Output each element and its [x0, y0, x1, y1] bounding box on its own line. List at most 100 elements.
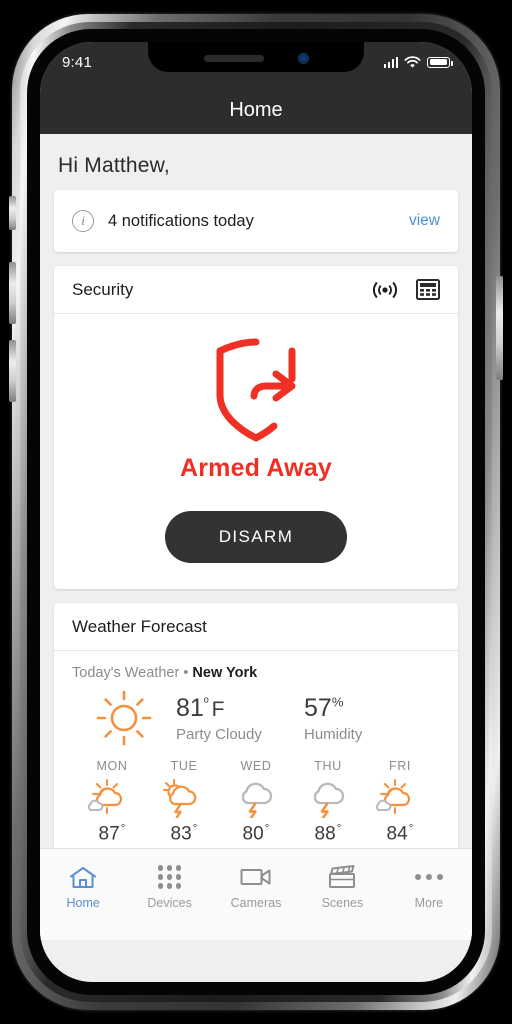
security-card-header: Security	[54, 266, 458, 314]
battery-icon	[427, 56, 453, 68]
forecast-degree: °	[192, 821, 198, 835]
tab-devices-label: Devices	[147, 896, 192, 910]
sun-cloud-icon	[375, 777, 425, 819]
weather-card-body: Today's Weather • New York 81º F Party C…	[54, 651, 458, 853]
forecast-day[interactable]: MON 87°	[76, 759, 148, 845]
forecast-day-label: FRI	[389, 759, 411, 773]
forecast-degree: °	[264, 821, 270, 835]
screenshot-stage: 9:41 Home Hi Matthew, i 4 notifications …	[0, 0, 512, 1024]
notification-view-link[interactable]: view	[409, 212, 440, 230]
page-title: Home	[229, 98, 283, 121]
humidity-label: Humidity	[304, 725, 363, 743]
percent-symbol: %	[331, 694, 344, 710]
tab-cameras[interactable]: Cameras	[213, 863, 299, 910]
keypad-panel-icon[interactable]	[416, 279, 440, 300]
forecast-degree: °	[120, 821, 126, 835]
tab-scenes-label: Scenes	[321, 896, 364, 910]
tab-home-label: Home	[66, 896, 100, 910]
security-card-title: Security	[72, 279, 134, 299]
security-header-icons	[370, 279, 440, 300]
disarm-button[interactable]: DISARM	[165, 511, 347, 563]
ellipsis-icon	[414, 863, 444, 891]
separator-dot: •	[183, 665, 189, 681]
weather-card-header: Weather Forecast	[54, 603, 458, 651]
forecast-day-label: TUE	[170, 759, 198, 773]
tab-home[interactable]: Home	[40, 863, 126, 910]
notification-banner[interactable]: i 4 notifications today view	[54, 190, 458, 252]
forecast-day[interactable]: WED 80°	[220, 759, 292, 845]
power-button[interactable]	[496, 276, 503, 380]
silent-switch-button[interactable]	[9, 196, 16, 230]
forecast-temp-value: 88	[314, 823, 336, 845]
tab-scenes[interactable]: Scenes	[299, 863, 385, 910]
forecast-day[interactable]: THU 88°	[292, 759, 364, 845]
home-icon	[69, 863, 97, 891]
volume-up-button[interactable]	[9, 262, 16, 324]
degree-symbol: º	[203, 694, 209, 710]
current-weather-icon-wrap	[72, 689, 176, 747]
forecast-temp: 80°	[243, 821, 270, 845]
cloud-storm-icon	[231, 777, 281, 819]
forecast-temp-value: 80	[242, 823, 264, 845]
nav-bar: Home	[40, 86, 472, 134]
forecast-temp-value: 84	[386, 823, 408, 845]
temperature-unit: F	[211, 697, 225, 721]
forecast-temp: 88°	[315, 821, 342, 845]
shield-arrow-away-icon	[216, 338, 296, 442]
condition-label: Party Cloudy	[176, 725, 262, 743]
forecast-row: MON 87° TUE 83° WED 80° THU 88° FRI 84°	[72, 757, 440, 845]
tab-more[interactable]: More	[386, 863, 472, 910]
sun-cloud-icon	[87, 777, 137, 819]
forecast-day[interactable]: FRI 84°	[364, 759, 436, 845]
forecast-degree: °	[408, 821, 414, 835]
forecast-day-label: WED	[240, 759, 272, 773]
security-card-body: Armed Away DISARM	[54, 314, 458, 589]
humidity-value-row: 57%	[304, 694, 362, 723]
current-weather-row: 81º F Party Cloudy 57% Humidity	[72, 683, 440, 757]
display-notch	[148, 42, 364, 72]
greeting-text: Hi Matthew,	[58, 154, 170, 177]
forecast-temp: 83°	[171, 821, 198, 845]
humidity-value: 57	[304, 693, 332, 722]
forecast-temp: 84°	[387, 821, 414, 845]
cloud-storm-icon	[303, 777, 353, 819]
weather-location: New York	[192, 665, 258, 681]
forecast-temp: 87°	[99, 821, 126, 845]
tab-more-label: More	[414, 896, 444, 910]
forecast-day[interactable]: TUE 83°	[148, 759, 220, 845]
temperature-metric: 81º F Party Cloudy	[176, 694, 304, 743]
temperature-value: 81	[176, 693, 204, 722]
notification-text: 4 notifications today	[108, 211, 254, 230]
status-bar-icons	[383, 55, 453, 69]
forecast-temp-value: 87	[98, 823, 120, 845]
bottom-tab-bar: Home Devices Cameras Scenes More	[40, 848, 472, 940]
earpiece-speaker-icon	[203, 54, 264, 62]
front-camera-icon	[297, 52, 309, 64]
humidity-metric: 57% Humidity	[304, 694, 362, 743]
today-label: Today's Weather	[72, 665, 180, 681]
sun-icon	[96, 690, 152, 746]
weather-card: Weather Forecast Today's Weather • New Y…	[54, 603, 458, 854]
status-bar-clock: 9:41	[62, 53, 92, 71]
broadcast-signal-icon[interactable]	[370, 280, 400, 300]
temperature-value-row: 81º F	[176, 694, 304, 723]
tab-cameras-label: Cameras	[230, 896, 282, 910]
forecast-day-label: THU	[314, 759, 342, 773]
security-card: Security Armed Away DISARM	[54, 266, 458, 589]
weather-location-line: Today's Weather • New York	[72, 651, 440, 683]
forecast-temp-value: 83	[170, 823, 192, 845]
wifi-icon	[404, 55, 421, 68]
weather-card-title: Weather Forecast	[72, 616, 207, 636]
forecast-day-label: MON	[96, 759, 128, 773]
main-content: Hi Matthew, i 4 notifications today view…	[40, 134, 472, 940]
sun-cloud-storm-icon	[159, 777, 209, 819]
clapperboard-icon	[328, 863, 356, 891]
volume-down-button[interactable]	[9, 340, 16, 402]
forecast-degree: °	[336, 821, 342, 835]
security-status-text: Armed Away	[179, 454, 333, 482]
tab-devices[interactable]: Devices	[126, 863, 212, 910]
video-camera-icon	[240, 863, 272, 891]
phone-screen: 9:41 Home Hi Matthew, i 4 notifications …	[40, 42, 472, 982]
grid-dots-icon	[157, 863, 182, 891]
cellular-bars-icon	[383, 56, 398, 68]
